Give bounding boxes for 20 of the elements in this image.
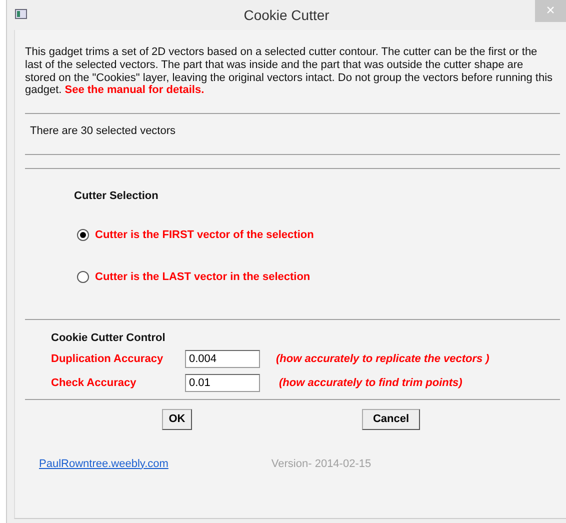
version-text: Version- 2014-02-15 [271, 456, 372, 472]
field-label: Duplication Accuracy [51, 352, 164, 367]
input-field[interactable]: 0.004 [185, 350, 260, 368]
ok-button[interactable]: OK [162, 409, 192, 430]
website-link[interactable]: PaulRowntree.weebly.com [39, 456, 168, 472]
radio-button[interactable] [77, 271, 89, 284]
hint-text: (how accurately to replicate the vectors ) [276, 352, 490, 367]
option-label[interactable]: Cutter is the FIRST vector of the selection [95, 226, 314, 244]
field-label: Check Accuracy [51, 376, 138, 391]
description-text: This gadget trims a set of 2D vectors based on a selected cutter contour. The cutter can be the first or the last of the selected vectors. The part that was inside and the part that was outside the cutter shape are stored on the "Cookies" layer, leaving the original vectors intact. Do not group the vectors before running this gadget. See the manual for details. [25, 46, 554, 98]
section-heading: Cookie Cutter Control [51, 332, 166, 344]
selection-count-text: There are 30 selected vectors [30, 125, 176, 138]
cancel-button[interactable]: Cancel [362, 409, 420, 430]
radio-button[interactable] [77, 228, 89, 241]
section-heading: Cutter Selection [74, 190, 158, 202]
window-title: Cookie Cutter [244, 6, 330, 24]
window-icon [15, 9, 27, 19]
hint-text: (how accurately to find trim points) [279, 376, 462, 391]
option-label[interactable]: Cutter is the LAST vector in the selection [95, 269, 310, 286]
input-field[interactable]: 0.01 [185, 374, 260, 392]
